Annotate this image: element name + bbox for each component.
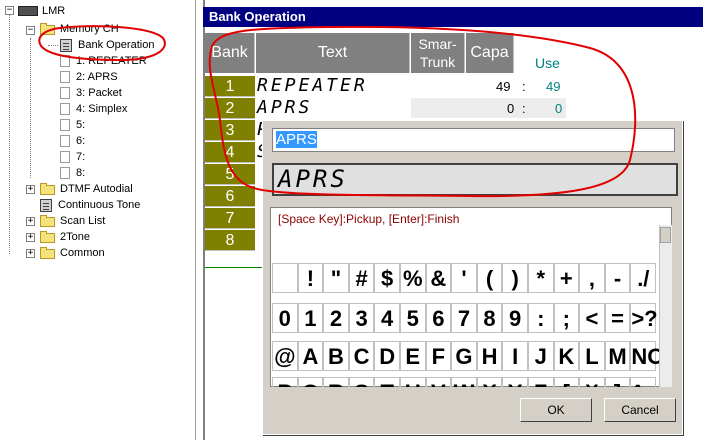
annotation-circle-grid: [208, 25, 637, 198]
annotation-circle-tree: [38, 25, 166, 62]
annotation-overlay: [38, 25, 637, 198]
